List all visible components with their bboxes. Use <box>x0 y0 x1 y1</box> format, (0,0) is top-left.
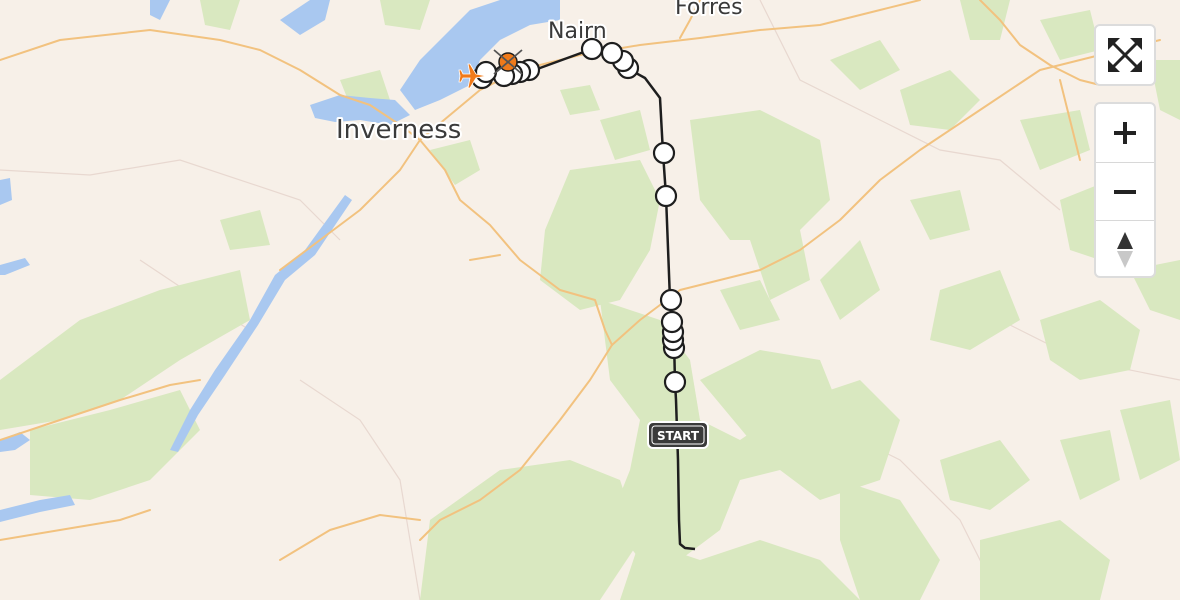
fullscreen-control <box>1094 24 1156 86</box>
waypoint[interactable] <box>654 184 678 208</box>
waypoint[interactable] <box>663 370 687 394</box>
start-marker[interactable]: START <box>647 421 709 449</box>
fullscreen-icon <box>1108 38 1142 72</box>
map-canvas[interactable]: Nairn Forres Inverness START <box>0 0 1180 600</box>
fullscreen-button[interactable] <box>1096 26 1154 84</box>
zoom-control <box>1094 102 1156 278</box>
start-label: START <box>657 429 700 443</box>
zoom-out-button[interactable] <box>1096 162 1154 220</box>
plus-icon <box>1114 122 1136 144</box>
compass-button[interactable] <box>1096 220 1154 278</box>
place-label-inverness: Inverness <box>336 115 461 145</box>
zoom-in-button[interactable] <box>1096 104 1154 162</box>
waypoint[interactable] <box>600 41 624 65</box>
waypoint[interactable] <box>660 310 684 334</box>
waypoint[interactable] <box>474 60 498 84</box>
place-label-forres: Forres <box>675 0 743 20</box>
waypoint[interactable] <box>652 141 676 165</box>
waypoint[interactable] <box>580 37 604 61</box>
waypoint[interactable] <box>659 288 683 312</box>
compass-icon <box>1117 231 1133 268</box>
minus-icon <box>1114 189 1136 194</box>
